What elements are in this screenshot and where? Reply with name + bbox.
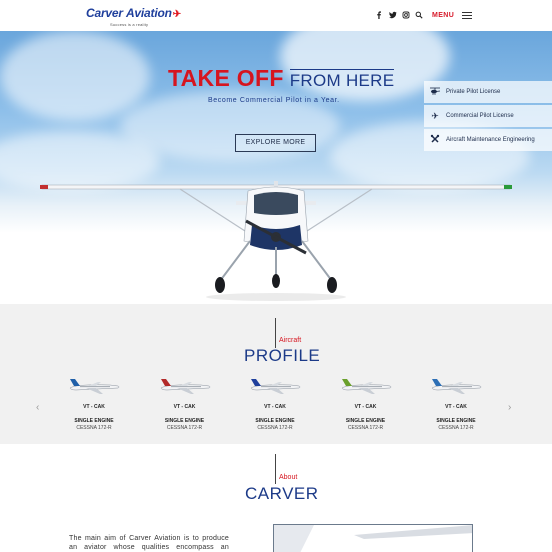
explore-more-button[interactable]: EXPLORE MORE [235,134,316,152]
aircraft-engine: SINGLE ENGINE [74,418,114,424]
instagram-icon[interactable] [402,11,410,19]
aircraft-registration: VT - CAK [445,404,467,410]
hero-subtitle: Become Commercial Pilot in a Year. [208,97,340,104]
aircraft-registration: VT - CAK [354,404,377,410]
aircraft-engine: SINGLE ENGINE [345,418,386,424]
hero-title-blue: FROM HERE [289,69,395,90]
logo-tagline: Success is a reality [110,22,149,27]
course-item-ame[interactable]: Aircraft Maintenance Engineering [424,129,552,151]
aircraft-engine: SINGLE ENGINE [436,418,476,424]
aircraft-registration: VT - CAK [83,404,105,410]
aircraft-engine: SINGLE ENGINE [164,418,205,424]
aircraft-model: CESSNA 172-R [347,425,384,431]
aircraft-model: CESSNA 172-R [257,425,293,431]
aircraft-model: CESSNA 172-R [438,425,474,431]
aircraft-image [341,379,391,394]
chevron-left-icon[interactable]: ‹ [36,402,39,413]
aircraft-profile-section: Aircraft PROFILE ‹ › VT - CAK SINGLE ENGI… [0,304,552,444]
hero-section: TAKE OFF FROM HERE Become Commercial Pilo… [0,31,552,304]
course-label: Commercial Pilot License [446,113,514,119]
aircraft-card[interactable]: VT - CAK SINGLE ENGINE CESSNA 172-R [243,378,307,431]
aircraft-model: CESSNA 172-R [76,425,112,431]
logo-aviation-text: Aviation [125,6,172,20]
aircraft-registration: VT - CAK [264,404,286,410]
aircraft-registration: VT - CAK [173,404,196,410]
twitter-icon[interactable] [389,11,397,19]
facebook-icon[interactable] [375,11,383,19]
aircraft-card[interactable]: VT - CAK SINGLE ENGINE CESSNA 172-R [153,378,217,431]
logo-mark-icon: ✈ [172,9,181,20]
logo[interactable]: Carver Aviation✈ Success is a reality [86,7,181,27]
hamburger-icon[interactable] [462,12,472,19]
wrench-icon [424,134,446,146]
aircraft-card[interactable]: VT - CAK SINGLE ENGINE CESSNA 172-R [62,378,126,431]
aircraft-card[interactable]: VT - CAK SINGLE ENGINE CESSNA 172-R [424,378,488,431]
hero-title: TAKE OFF FROM HERE [168,65,395,92]
course-item-ppl[interactable]: Private Pilot License [424,81,552,103]
course-list: Private Pilot License ✈ Commercial Pilot… [424,81,552,153]
about-photo-decor [274,525,472,552]
site-header: Carver Aviation✈ Success is a reality ME… [0,0,552,31]
course-item-cpl[interactable]: ✈ Commercial Pilot License [424,105,552,127]
aircraft-image [160,379,210,394]
aircraft-model: CESSNA 172-R [166,425,203,431]
menu-button[interactable]: MENU [432,12,454,19]
aircraft-image [250,379,301,394]
section-divider [275,454,276,484]
about-small-title: About [279,474,298,481]
about-title: CARVER [245,484,319,503]
profile-small-title: Aircraft [279,337,302,344]
aircraft-image [69,379,120,394]
aircraft-image [431,379,482,394]
hero-title-red: TAKE OFF [168,65,284,91]
airplane-icon: ✈ [431,110,439,121]
section-divider [275,318,276,348]
about-paragraph: The main aim of Carver Aviation is to pr… [69,535,229,551]
profile-title: PROFILE [244,346,321,365]
course-label: Private Pilot License [446,89,501,95]
cessna-plane-image [40,181,512,301]
chevron-right-icon[interactable]: › [508,402,511,413]
helicopter-icon [424,87,446,97]
aircraft-card[interactable]: VT - CAK SINGLE ENGINE CESSNA 172-R [334,378,398,431]
search-icon[interactable] [415,11,423,19]
course-label: Aircraft Maintenance Engineering [446,137,535,143]
logo-carver-text: Carver [86,6,123,20]
aircraft-engine: SINGLE ENGINE [255,418,295,424]
about-image [273,524,473,552]
cloud-decor [0,31,150,121]
about-section: About CARVER The main aim of Carver Avia… [0,444,552,552]
